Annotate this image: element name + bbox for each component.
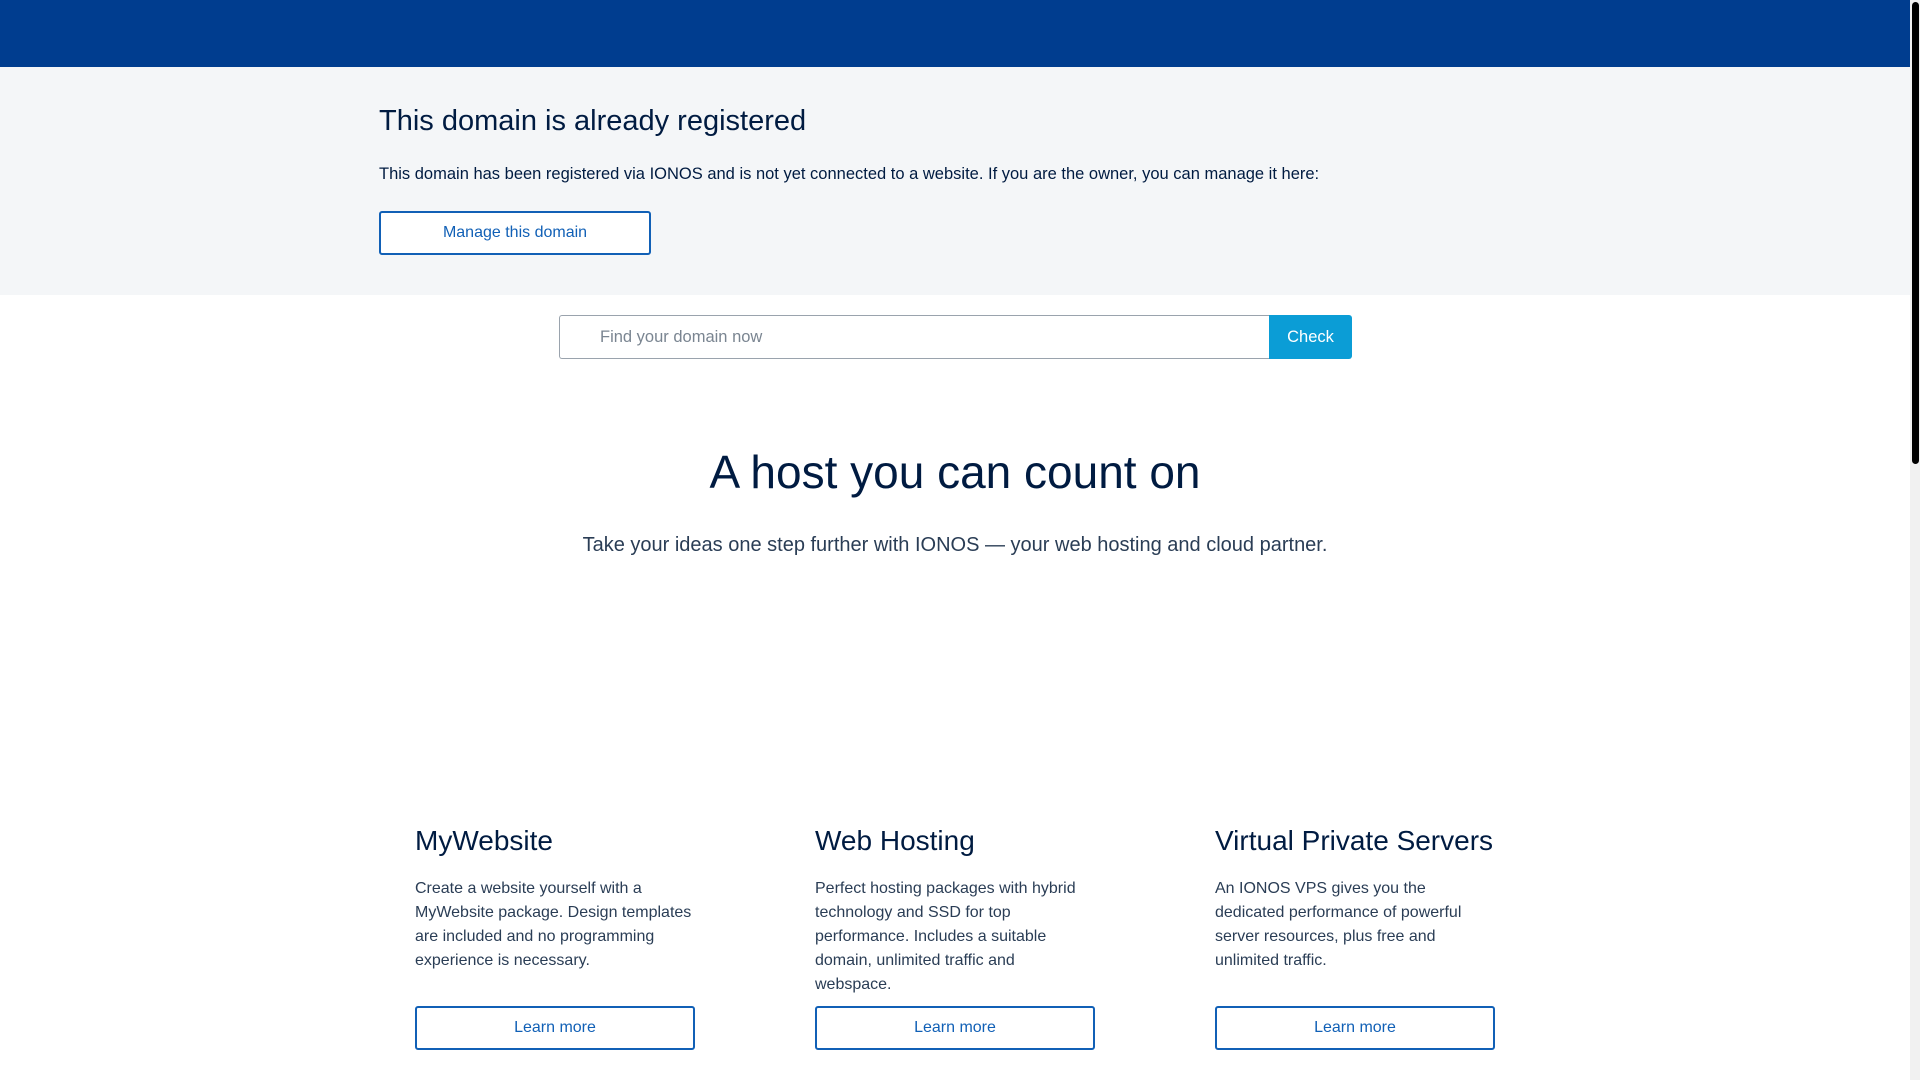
product-card-vps: Virtual Private Servers An IONOS VPS giv… bbox=[1215, 825, 1495, 1050]
check-domain-button[interactable]: Check bbox=[1269, 315, 1352, 359]
scrollbar-thumb[interactable] bbox=[1912, 2, 1919, 464]
notice-title: This domain is already registered bbox=[379, 105, 807, 137]
card-title: MyWebsite bbox=[415, 825, 553, 856]
hero-title: A host you can count on bbox=[709, 446, 1201, 498]
product-card-web-hosting: Web Hosting Perfect hosting packages wit… bbox=[815, 825, 1095, 1050]
domain-registered-notice: This domain is already registered This d… bbox=[0, 67, 1910, 295]
card-title: Virtual Private Servers bbox=[1215, 825, 1494, 856]
card-description: Perfect hosting packages with hybrid tec… bbox=[815, 880, 1076, 993]
hero-subtitle: Take your ideas one step further with IO… bbox=[582, 534, 1328, 556]
learn-more-web-hosting-button[interactable]: Learn more bbox=[815, 1006, 1095, 1050]
top-header-bar bbox=[0, 0, 1910, 67]
manage-domain-button[interactable]: Manage this domain bbox=[379, 211, 651, 255]
learn-more-mywebsite-button[interactable]: Learn more bbox=[415, 1006, 695, 1050]
page-scrollbar[interactable] bbox=[1910, 0, 1920, 1080]
card-description: An IONOS VPS gives you the dedicated per… bbox=[1215, 880, 1462, 969]
domain-search-input[interactable] bbox=[559, 315, 1269, 359]
card-description: Create a website yourself with a MyWebsi… bbox=[415, 880, 692, 969]
notice-description: This domain has been registered via IONO… bbox=[379, 165, 1320, 183]
learn-more-vps-button[interactable]: Learn more bbox=[1215, 1006, 1495, 1050]
card-title: Web Hosting bbox=[815, 825, 975, 856]
product-card-mywebsite: MyWebsite Create a website yourself with… bbox=[415, 825, 695, 1050]
